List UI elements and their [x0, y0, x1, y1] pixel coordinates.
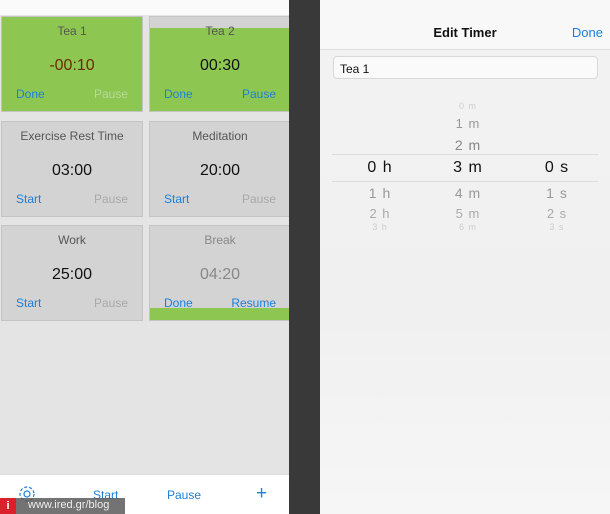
- page-title: Edit Timer: [433, 25, 497, 40]
- minutes-picker-item[interactable]: 3 m: [428, 159, 508, 177]
- timer-left-button[interactable]: Done: [16, 87, 45, 101]
- hours-picker-item[interactable]: 1 h: [340, 185, 420, 201]
- minutes-picker-item[interactable]: 6 m: [428, 222, 508, 232]
- timer-card[interactable]: Work 25:00 Start Pause: [1, 225, 143, 321]
- timer-time: 00:30: [199, 57, 241, 74]
- timer-left-button[interactable]: Done: [164, 87, 193, 101]
- timer-time: 20:00: [199, 162, 241, 179]
- seconds-picker-item[interactable]: 3 s: [517, 222, 597, 232]
- add-timer-button[interactable]: +: [256, 483, 267, 505]
- minutes-picker-item[interactable]: 2 m: [428, 137, 508, 153]
- timer-card[interactable]: Meditation 20:00 Start Pause: [149, 121, 291, 217]
- timer-left-button[interactable]: Done: [164, 296, 193, 310]
- done-button[interactable]: Done: [572, 25, 603, 40]
- timer-right-button[interactable]: Pause: [242, 87, 276, 101]
- timer-right-button[interactable]: Pause: [94, 296, 128, 310]
- timer-list-panel: Tea 1 -00:10 Done Pause Tea 2 00:30 Done…: [0, 0, 291, 514]
- status-strip: [0, 0, 289, 15]
- timer-time: 04:20: [199, 266, 241, 283]
- timer-card[interactable]: Tea 1 -00:10 Done Pause: [1, 16, 143, 112]
- timer-name-input[interactable]: Tea 1: [333, 56, 598, 79]
- hours-picker-item[interactable]: 2 h: [340, 206, 420, 221]
- watermark: i www.ired.gr/blog: [0, 498, 125, 514]
- timer-right-button[interactable]: Resume: [231, 296, 276, 310]
- minutes-picker-item[interactable]: 1 m: [428, 116, 508, 131]
- timer-left-button[interactable]: Start: [16, 192, 41, 206]
- timer-right-button[interactable]: Pause: [94, 87, 128, 101]
- watermark-logo: i: [0, 498, 16, 514]
- timer-name: Tea 1: [57, 24, 87, 38]
- timer-time: -00:10: [49, 57, 95, 74]
- hours-picker-item[interactable]: 0 h: [340, 159, 420, 177]
- timer-card[interactable]: Tea 2 00:30 Done Pause: [149, 16, 291, 112]
- minutes-picker-item[interactable]: 0 m: [428, 101, 508, 111]
- timer-left-button[interactable]: Start: [16, 296, 41, 310]
- minutes-picker-item[interactable]: 5 m: [428, 206, 508, 221]
- watermark-text: www.ired.gr/blog: [28, 499, 110, 511]
- edit-timer-panel: Edit Timer Done Tea 1 0 h 1 h 2 h3 h 0 m 1 m…: [320, 0, 610, 514]
- timer-card[interactable]: Exercise Rest Time 03:00 Start Pause: [1, 121, 143, 217]
- minutes-picker-item[interactable]: 4 m: [428, 185, 508, 201]
- timer-name: Break: [204, 233, 236, 247]
- timer-name: Meditation: [192, 129, 248, 143]
- split-divider: [289, 0, 320, 514]
- timer-right-button[interactable]: Pause: [94, 192, 128, 206]
- pause-all-button[interactable]: Pause: [167, 488, 201, 502]
- timer-right-button[interactable]: Pause: [242, 192, 276, 206]
- timer-name: Work: [58, 233, 86, 247]
- nav-bar: Edit Timer Done: [320, 0, 610, 50]
- timer-time: 25:00: [51, 266, 93, 283]
- hours-picker-item[interactable]: 3 h: [340, 222, 420, 232]
- timer-name: Exercise Rest Time: [20, 129, 124, 143]
- timer-name: Tea 2: [205, 24, 235, 38]
- seconds-picker-item[interactable]: 2 s: [517, 206, 597, 221]
- seconds-picker-item[interactable]: 0 s: [517, 159, 597, 177]
- timer-card[interactable]: Break 04:20 Done Resume: [149, 225, 291, 321]
- timer-left-button[interactable]: Start: [164, 192, 189, 206]
- timer-time: 03:00: [51, 162, 93, 179]
- seconds-picker-item[interactable]: 1 s: [517, 185, 597, 201]
